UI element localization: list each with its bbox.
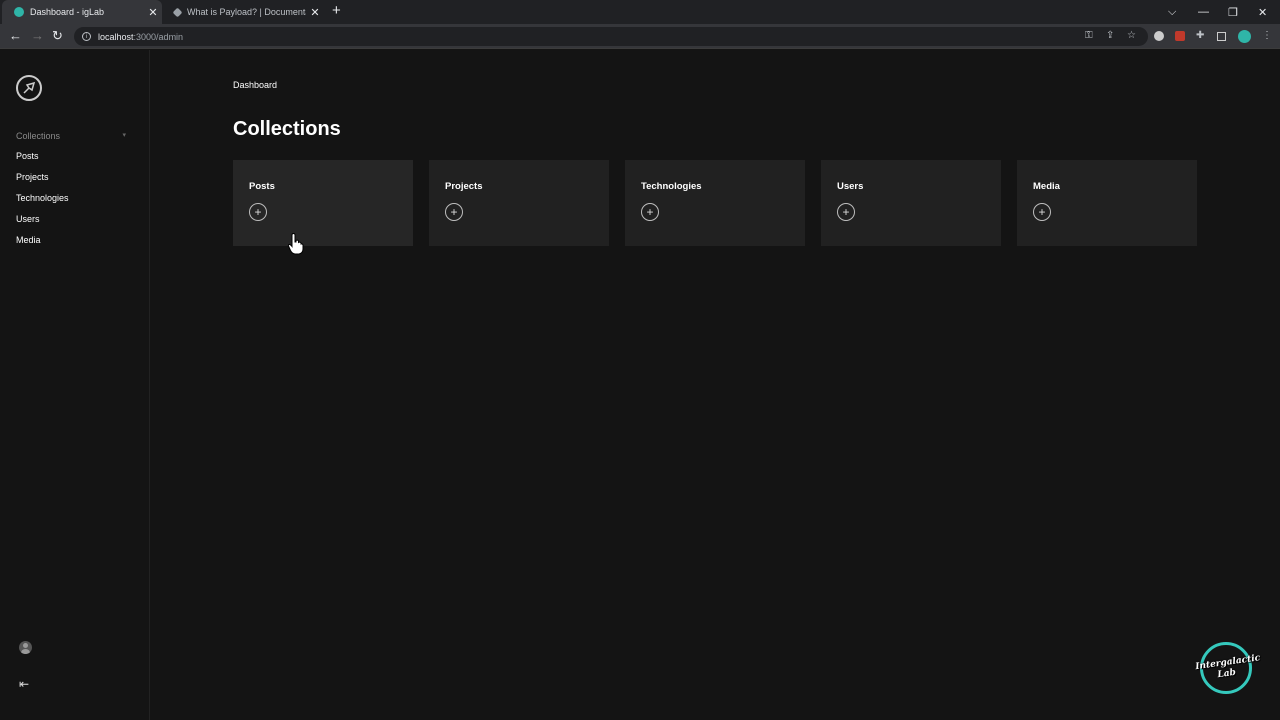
- card-label: Posts: [249, 181, 275, 192]
- url-path: :3000/admin: [133, 31, 184, 42]
- sidebar-item-technologies[interactable]: Technologies: [16, 193, 69, 203]
- sidebar-item-posts[interactable]: Posts: [16, 151, 39, 161]
- close-window-button[interactable]: ✕: [1258, 0, 1267, 24]
- reload-icon[interactable]: ↻: [52, 28, 63, 44]
- extensions-puzzle-icon[interactable]: ✚: [1196, 28, 1204, 44]
- restore-button[interactable]: ❐: [1228, 0, 1238, 24]
- extension-icon[interactable]: [1154, 31, 1164, 41]
- browser-tab-strip: Dashboard - igLab ✕ What is Payload? | D…: [0, 0, 1280, 24]
- sidebar: Collections ▾ Posts Projects Technologie…: [0, 50, 150, 720]
- add-user-button[interactable]: +: [837, 203, 855, 221]
- card-label: Media: [1033, 181, 1060, 192]
- add-project-button[interactable]: +: [445, 203, 463, 221]
- new-tab-button[interactable]: +: [332, 3, 341, 19]
- address-bar[interactable]: i localhost:3000/admin: [74, 27, 1148, 46]
- profile-avatar-icon[interactable]: [1238, 30, 1251, 43]
- share-icon[interactable]: ⇪: [1106, 28, 1114, 44]
- collection-card-media[interactable]: Media +: [1017, 160, 1197, 246]
- card-label: Projects: [445, 181, 483, 192]
- side-panel-icon[interactable]: [1217, 32, 1226, 41]
- tab-close-icon[interactable]: ✕: [306, 6, 324, 19]
- nav-group-collections[interactable]: Collections ▾: [16, 131, 126, 141]
- minimize-button[interactable]: —: [1198, 0, 1209, 24]
- collection-card-users[interactable]: Users +: [821, 160, 1001, 246]
- page-title: Collections: [233, 118, 341, 140]
- hand-pointer-cursor-icon: [287, 233, 304, 255]
- collection-card-projects[interactable]: Projects +: [429, 160, 609, 246]
- browser-menu-icon[interactable]: ⋮: [1262, 28, 1272, 44]
- rocket-icon: [23, 81, 36, 94]
- collection-card-posts[interactable]: Posts +: [233, 160, 413, 246]
- url-host: localhost: [98, 31, 134, 42]
- account-avatar-icon[interactable]: [19, 641, 32, 654]
- add-post-button[interactable]: +: [249, 203, 267, 221]
- add-technology-button[interactable]: +: [641, 203, 659, 221]
- nav-heading-label: Collections: [16, 131, 61, 141]
- bookmark-star-icon[interactable]: ☆: [1127, 28, 1136, 44]
- sidebar-item-users[interactable]: Users: [16, 214, 40, 224]
- extension-red-icon[interactable]: [1175, 31, 1185, 41]
- collection-card-technologies[interactable]: Technologies +: [625, 160, 805, 246]
- breadcrumb: Dashboard: [233, 80, 278, 90]
- tab-payload-docs[interactable]: What is Payload? | Documentatio ✕: [164, 0, 324, 24]
- payload-logo-icon[interactable]: [16, 75, 42, 101]
- key-icon[interactable]: ⚿: [1085, 28, 1093, 44]
- main-content: Dashboard Collections Posts + Projects +…: [150, 50, 1280, 720]
- tab-dashboard[interactable]: Dashboard - igLab ✕: [2, 0, 162, 24]
- sidebar-item-media[interactable]: Media: [16, 235, 41, 245]
- card-label: Technologies: [641, 181, 702, 192]
- logout-icon[interactable]: ⇤: [19, 677, 29, 691]
- payload-favicon-icon: [14, 7, 24, 17]
- docs-favicon-icon: [172, 7, 183, 17]
- chevron-down-icon: ▾: [122, 132, 126, 139]
- card-label: Users: [837, 181, 864, 192]
- tab-title: Dashboard - igLab: [30, 7, 105, 17]
- back-arrow-icon[interactable]: ←: [9, 28, 22, 44]
- tab-title: What is Payload? | Documentatio: [187, 7, 306, 17]
- sidebar-item-projects[interactable]: Projects: [16, 172, 49, 182]
- browser-toolbar: ← → ↻ i localhost:3000/admin ⚿ ⇪ ☆ ✚ ⋮: [0, 24, 1280, 49]
- tab-close-icon[interactable]: ✕: [144, 6, 162, 19]
- add-media-button[interactable]: +: [1033, 203, 1051, 221]
- tab-search-icon[interactable]: ⌵: [1168, 0, 1176, 24]
- site-info-icon[interactable]: i: [82, 32, 91, 41]
- forward-arrow-icon[interactable]: →: [31, 28, 44, 44]
- channel-watermark-logo: Intergalactic Lab: [1195, 642, 1261, 698]
